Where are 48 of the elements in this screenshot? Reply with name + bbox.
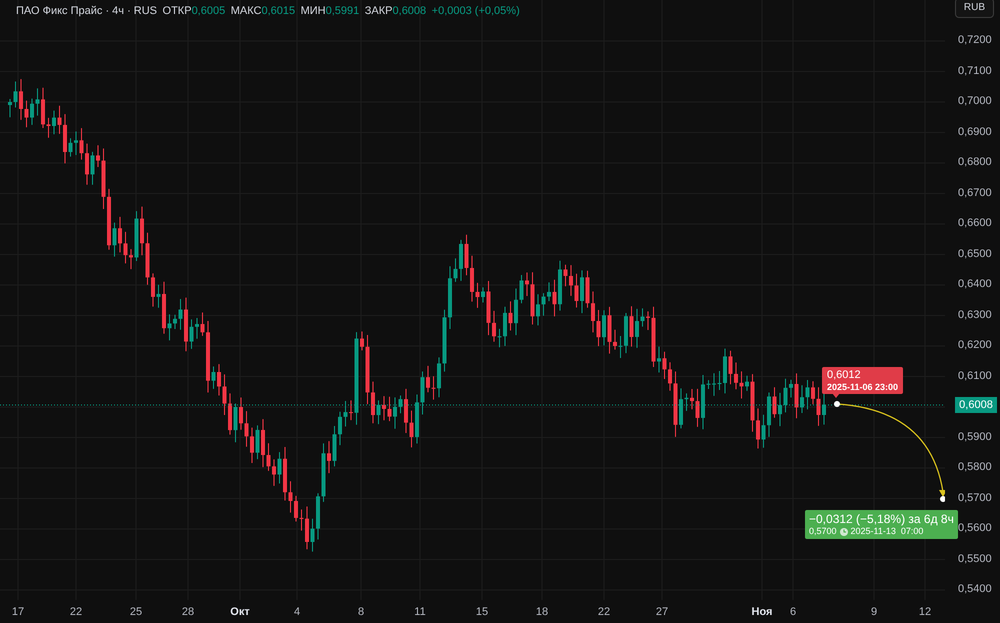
axis-label: 0,6100 bbox=[958, 370, 992, 382]
axis-label: 22 bbox=[70, 605, 82, 620]
axis-label: 4 bbox=[294, 605, 300, 620]
ohlc-value: ОТКР0,6005 bbox=[162, 5, 226, 17]
axis-label: 0,7100 bbox=[958, 66, 992, 76]
current-price-label: 0,6008 bbox=[955, 397, 997, 413]
axis-label: 17 bbox=[12, 605, 24, 620]
axis-label: 8 bbox=[358, 605, 364, 620]
axis-label: 0,7200 bbox=[958, 35, 992, 46]
axis-label: 0,6800 bbox=[958, 157, 992, 168]
callout-pointer-icon bbox=[832, 393, 840, 398]
end-point[interactable] bbox=[940, 496, 945, 502]
ohlc-value: МИН0,5991 bbox=[300, 5, 360, 17]
price-change: +0,0003 (+0,05%) bbox=[432, 5, 520, 17]
axis-label: 0,5500 bbox=[958, 554, 992, 564]
axis-label: 0,5800 bbox=[958, 462, 992, 473]
axis-label: 0,5400 bbox=[958, 584, 992, 595]
axis-label: 0,6500 bbox=[958, 248, 992, 260]
ohlc-value: МАКС0,6015 bbox=[230, 5, 296, 17]
axis-label: 0,6700 bbox=[958, 188, 992, 198]
symbol-title: ПАО Фикс Прайс · 4ч · RUS bbox=[16, 5, 158, 17]
axis-label: Окт bbox=[230, 605, 250, 620]
axis-label: 0,5900 bbox=[958, 432, 992, 442]
axis-label: 27 bbox=[656, 605, 668, 620]
axis-label: 12 bbox=[918, 605, 932, 620]
start-point[interactable] bbox=[834, 401, 840, 407]
axis-label: 18 bbox=[536, 605, 548, 620]
price-callout: 0,6012 2025-11-06 23:00 bbox=[822, 367, 904, 394]
axis-label: 0,5700 bbox=[958, 492, 992, 504]
axis-label: 0,6400 bbox=[958, 279, 992, 290]
axis-label: 6 bbox=[790, 605, 796, 620]
currency-button[interactable]: RUB bbox=[954, 0, 994, 18]
axis-label: Ноя bbox=[752, 605, 772, 620]
axis-label: 0,6900 bbox=[958, 126, 992, 138]
ohlc-value: ЗАКР0,6008 bbox=[364, 5, 426, 17]
axis-label: 0,6300 bbox=[958, 310, 992, 320]
axis-label: 0,5600 bbox=[958, 523, 992, 534]
axis-label: 15 bbox=[476, 605, 488, 620]
clock-icon bbox=[840, 528, 848, 536]
axis-label: 11 bbox=[414, 605, 426, 620]
projection-label: −0,0312 (−5,18%) за 6д 8ч 0,5700 2025-11-13 07:00 bbox=[805, 510, 958, 540]
axis-label: 28 bbox=[182, 605, 194, 620]
axis-label: 0,6200 bbox=[958, 340, 992, 351]
axis-label: 22 bbox=[598, 605, 610, 620]
axis-label: 0,7000 bbox=[958, 96, 992, 107]
axis-label: 25 bbox=[130, 605, 142, 620]
axis-label: 9 bbox=[870, 605, 878, 620]
axis-label: 0,6600 bbox=[958, 218, 992, 229]
